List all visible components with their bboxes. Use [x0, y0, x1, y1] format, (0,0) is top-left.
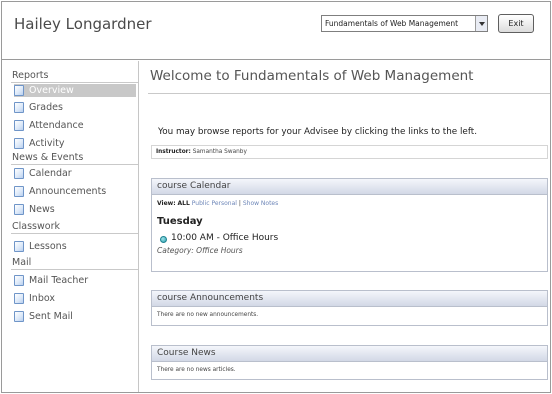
sidebar-item-label: Inbox [29, 293, 55, 304]
calendar-event-category: Category: Office Hours [157, 246, 243, 255]
divider [148, 93, 550, 94]
instructor-name: Samantha Swanby [192, 149, 247, 155]
instructor-box: Instructor: Samantha Swanby [151, 145, 548, 159]
event-dot-icon [160, 236, 167, 243]
sidebar-item-activity[interactable]: Activity [14, 137, 136, 150]
view-personal-link[interactable]: Personal [211, 200, 237, 207]
course-select[interactable]: Fundamentals of Web Management [321, 15, 488, 32]
announcements-panel: course Announcements There are no new an… [151, 290, 548, 326]
view-label: View: [157, 200, 176, 207]
sidebar-item-news[interactable]: News [14, 203, 136, 216]
document-icon [14, 186, 24, 197]
user-name: Hailey Longardner [14, 15, 152, 33]
exit-button[interactable]: Exit [498, 14, 534, 33]
document-icon [14, 293, 24, 304]
panel-header: Course News [152, 346, 547, 362]
sidebar-item-label: Grades [29, 102, 63, 113]
sidebar-item-label: Activity [29, 138, 65, 149]
sidebar-item-announcements[interactable]: Announcements [14, 185, 136, 198]
sidebar-section-mail: Mail [12, 257, 32, 268]
sidebar-item-mail-teacher[interactable]: Mail Teacher [14, 274, 136, 287]
document-icon [14, 138, 24, 149]
view-public-link[interactable]: Public [192, 200, 210, 207]
empty-message: There are no news articles. [157, 367, 236, 373]
sidebar-item-label: Calendar [29, 168, 72, 179]
sidebar-item-grades[interactable]: Grades [14, 101, 136, 114]
divider [11, 82, 138, 83]
app-window: Hailey Longardner Fundamentals of Web Ma… [1, 1, 551, 393]
calendar-day-heading: Tuesday [157, 216, 203, 227]
panel-header: course Calendar [152, 179, 547, 195]
sidebar-section-reports: Reports [12, 70, 49, 81]
sidebar-item-label: Sent Mail [29, 311, 73, 322]
sidebar-item-label: Announcements [29, 186, 107, 197]
news-panel: Course News There are no news articles. [151, 345, 548, 380]
view-all-link[interactable]: ALL [178, 200, 190, 207]
course-select-value: Fundamentals of Web Management [325, 19, 459, 28]
sidebar-item-label: Attendance [29, 120, 84, 131]
chevron-down-icon[interactable] [475, 16, 487, 31]
view-separator: | [238, 200, 241, 207]
empty-message: There are no new announcements. [157, 312, 259, 318]
sidebar-item-label: Lessons [29, 241, 67, 252]
divider [11, 233, 138, 234]
page-title: Welcome to Fundamentals of Web Managemen… [150, 68, 474, 84]
show-notes-link[interactable]: Show Notes [243, 200, 278, 207]
sidebar-item-overview[interactable]: Overview [14, 84, 136, 97]
document-icon [14, 85, 24, 96]
document-icon [14, 311, 24, 322]
sidebar: Reports Overview Grades Attendance Activ… [2, 61, 139, 392]
sidebar-section-classwork: Classwork [12, 221, 60, 232]
header-bar: Hailey Longardner Fundamentals of Web Ma… [2, 2, 550, 60]
calendar-view-filter: View: ALL Public Personal | Show Notes [157, 200, 278, 207]
instructor-label: Instructor: [156, 149, 191, 155]
sidebar-item-attendance[interactable]: Attendance [14, 119, 136, 132]
calendar-event-link[interactable]: 10:00 AM - Office Hours [171, 233, 278, 243]
sidebar-item-calendar[interactable]: Calendar [14, 167, 136, 180]
sidebar-item-lessons[interactable]: Lessons [14, 240, 136, 253]
sidebar-item-label: News [29, 204, 55, 215]
divider [11, 164, 138, 165]
calendar-panel: course Calendar View: ALL Public Persona… [151, 178, 548, 272]
sidebar-item-inbox[interactable]: Inbox [14, 292, 136, 305]
document-icon [14, 241, 24, 252]
intro-text: You may browse reports for your Advisee … [158, 127, 478, 137]
sidebar-item-label: Mail Teacher [29, 275, 89, 286]
sidebar-section-news-events: News & Events [12, 152, 84, 163]
main-content: Welcome to Fundamentals of Web Managemen… [140, 61, 550, 392]
sidebar-item-sent-mail[interactable]: Sent Mail [14, 310, 136, 323]
document-icon [14, 120, 24, 131]
document-icon [14, 102, 24, 113]
panel-header: course Announcements [152, 291, 547, 307]
sidebar-item-label: Overview [29, 85, 74, 96]
document-icon [14, 275, 24, 286]
document-icon [14, 168, 24, 179]
divider [11, 269, 138, 270]
document-icon [14, 204, 24, 215]
